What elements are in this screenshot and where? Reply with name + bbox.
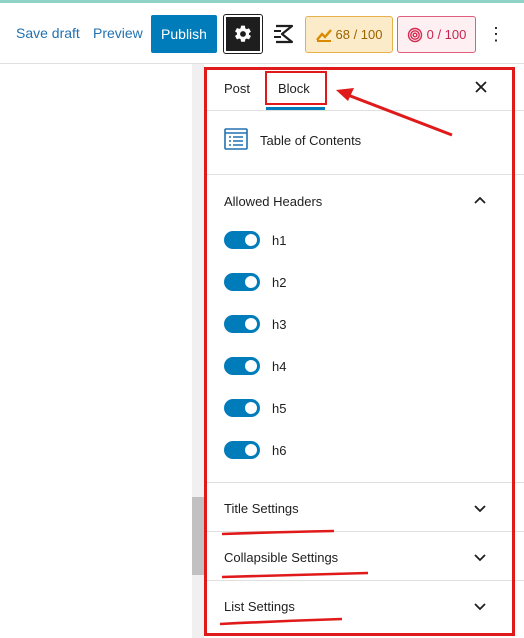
toggle-label: h5 [272, 401, 287, 416]
toggle-switch[interactable] [224, 315, 260, 333]
title-settings-panel-toggle[interactable]: Title Settings [204, 483, 524, 531]
toggle-label: h3 [272, 317, 287, 332]
toggle-knob [245, 360, 257, 372]
toggle-switch[interactable] [224, 231, 260, 249]
title-settings-title: Title Settings [224, 501, 299, 516]
tab-block[interactable]: Block [278, 81, 310, 96]
readability-score-value: 0 / 100 [426, 27, 467, 42]
header-toggle-h1[interactable]: h1 [224, 231, 424, 251]
speed-lines-icon [274, 24, 294, 44]
toggle-knob [245, 402, 257, 414]
toggle-switch[interactable] [224, 273, 260, 291]
gear-icon [235, 25, 251, 42]
toggle-label: h2 [272, 275, 287, 290]
chevron-down-icon [474, 603, 486, 611]
toggle-label: h6 [272, 443, 287, 458]
toggle-label: h1 [272, 233, 287, 248]
seo-chart-icon [315, 28, 332, 42]
editor-toolbar: Save draft Preview Publish 68 / 100 0 / … [0, 3, 524, 64]
allowed-headers-panel-toggle[interactable]: Allowed Headers [204, 176, 524, 226]
tab-post[interactable]: Post [224, 81, 250, 96]
block-name: Table of Contents [260, 133, 362, 148]
toggle-label: h4 [272, 359, 287, 374]
more-options-button[interactable]: ⋮ [487, 23, 505, 45]
settings-toggle-button[interactable] [223, 14, 263, 54]
allowed-headers-title: Allowed Headers [224, 194, 323, 209]
toggle-knob [245, 276, 257, 288]
chevron-up-icon [474, 196, 486, 204]
block-card: Table of Contents [204, 111, 524, 175]
close-sidebar-button[interactable] [470, 76, 492, 98]
header-toggle-h4[interactable]: h4 [224, 357, 424, 377]
list-settings-title: List Settings [224, 599, 295, 614]
toggle-switch[interactable] [224, 357, 260, 375]
chevron-down-icon [474, 505, 486, 513]
fingerprint-icon [407, 27, 422, 42]
editor-scrollbar-thumb[interactable] [192, 497, 204, 575]
header-toggle-h3[interactable]: h3 [224, 315, 424, 335]
sidebar-tabs: Post Block [204, 64, 524, 111]
toggle-switch[interactable] [224, 441, 260, 459]
toggle-switch[interactable] [224, 399, 260, 417]
close-icon [475, 81, 487, 93]
chevron-down-icon [474, 554, 486, 562]
settings-sidebar: Post Block Table of Contents Allowed Hea… [204, 64, 524, 638]
save-draft-button[interactable]: Save draft [16, 25, 80, 41]
collapsible-settings-panel-toggle[interactable]: Collapsible Settings [204, 532, 524, 580]
list-settings-panel-toggle[interactable]: List Settings [204, 581, 524, 629]
header-toggle-h6[interactable]: h6 [224, 441, 424, 461]
header-toggle-h5[interactable]: h5 [224, 399, 424, 419]
collapsible-settings-title: Collapsible Settings [224, 550, 339, 565]
active-tab-indicator [266, 107, 325, 110]
header-toggle-h2[interactable]: h2 [224, 273, 424, 293]
toggle-knob [245, 318, 257, 330]
toggle-knob [245, 444, 257, 456]
toggle-knob [245, 234, 257, 246]
seo-score-value: 68 / 100 [335, 27, 383, 42]
table-of-contents-icon [224, 128, 248, 150]
readability-score-badge[interactable]: 0 / 100 [397, 16, 476, 53]
publish-button[interactable]: Publish [151, 15, 217, 53]
preview-button[interactable]: Preview [93, 25, 143, 41]
performance-plugin-button[interactable] [268, 17, 300, 51]
seo-score-badge[interactable]: 68 / 100 [305, 16, 393, 53]
